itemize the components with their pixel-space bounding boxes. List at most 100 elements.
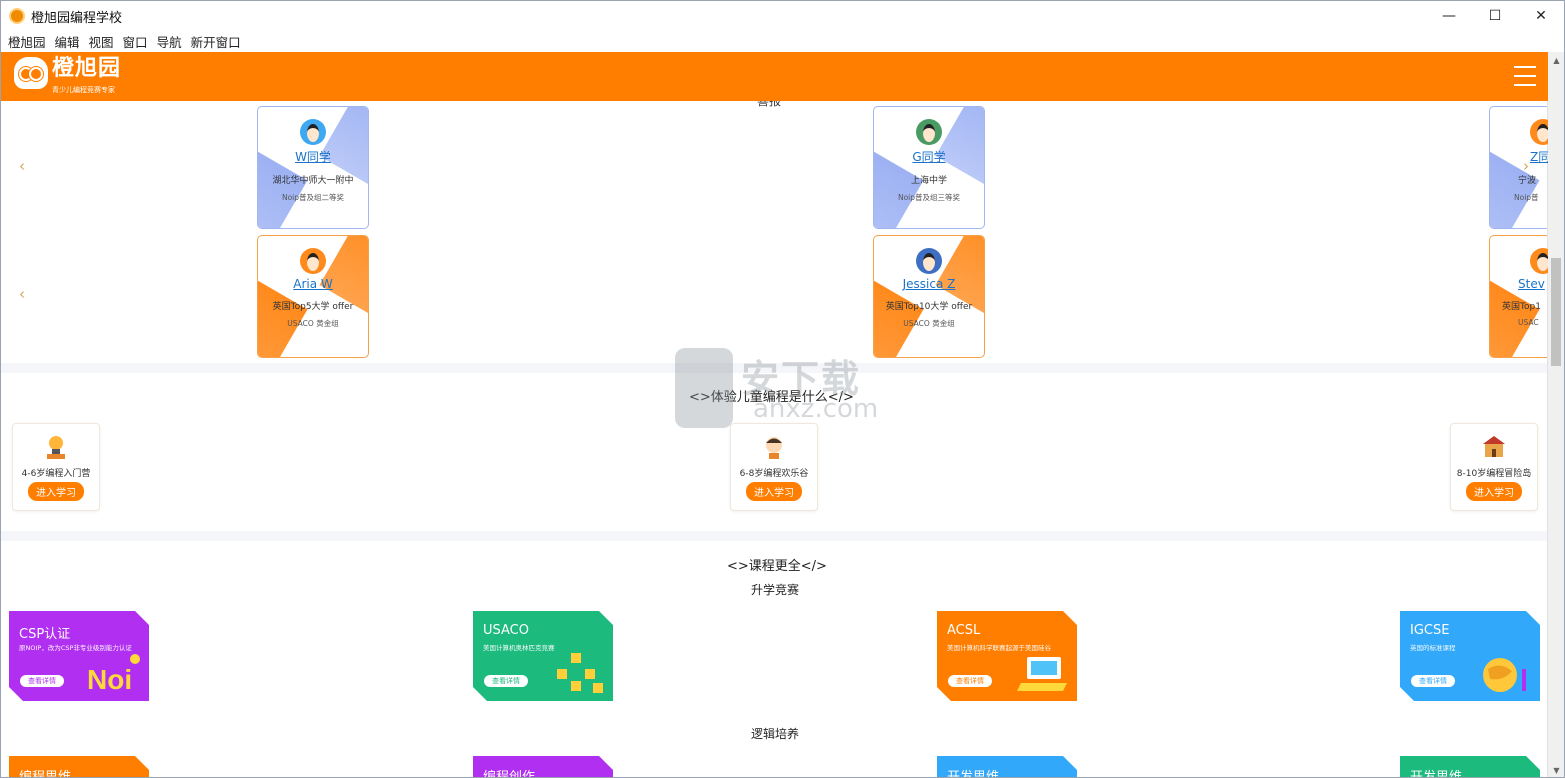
minimize-button[interactable]: — bbox=[1426, 1, 1472, 31]
course-card-development-thinking[interactable]: 开发思维 bbox=[937, 756, 1077, 778]
scroll-up-icon[interactable]: ▲ bbox=[1548, 52, 1564, 69]
student-award: Noip普及组二等奖 bbox=[281, 193, 345, 202]
course-group-title: 逻辑培养 bbox=[751, 727, 800, 741]
site-logo[interactable]: 橙旭园 青少儿编程竞赛专家 bbox=[14, 57, 121, 95]
carousel-prev-arrow-row2[interactable]: ‹ bbox=[19, 285, 25, 303]
scroll-down-icon[interactable]: ▼ bbox=[1548, 762, 1564, 777]
hamburger-menu-icon[interactable] bbox=[1514, 66, 1536, 86]
student-school: 英国Top1 bbox=[1502, 302, 1541, 312]
course-name: 开发思维 bbox=[1410, 770, 1463, 778]
menu-item-view[interactable]: 视图 bbox=[89, 32, 114, 51]
menu-item-edit[interactable]: 编辑 bbox=[55, 32, 80, 51]
course-group-title: 升学竞赛 bbox=[751, 583, 800, 597]
enter-study-button[interactable]: 进入学习 bbox=[28, 482, 84, 501]
enter-study-button[interactable]: 进入学习 bbox=[1466, 482, 1522, 501]
site-header: 橙旭园 青少儿编程竞赛专家 bbox=[1, 52, 1548, 101]
carousel-prev-arrow-row1[interactable]: ‹ bbox=[19, 157, 25, 175]
student-avatar bbox=[916, 119, 942, 145]
owl-logo-icon bbox=[14, 57, 48, 89]
logo-subtitle: 青少儿编程竞赛专家 bbox=[52, 86, 115, 94]
student-card[interactable]: G同学 上海中学 Noip普及组三等奖 bbox=[873, 106, 985, 229]
course-card-programming-thinking[interactable]: 编程思维 bbox=[9, 756, 149, 778]
experience-card[interactable]: 8-10岁编程冒险岛 进入学习 bbox=[1450, 423, 1538, 511]
student-avatar bbox=[1530, 119, 1548, 145]
svg-text:Noi: Noi bbox=[87, 664, 132, 695]
laptop-illustration-icon bbox=[1017, 657, 1067, 691]
noi-illustration-icon: Noi bbox=[87, 654, 140, 695]
experience-section-title: <>体验儿童编程是什么</> bbox=[689, 390, 854, 405]
enter-study-button[interactable]: 进入学习 bbox=[746, 482, 802, 501]
view-details-button[interactable]: 查看详情 bbox=[948, 675, 992, 687]
student-card[interactable]: Aria W 英国Top5大学 offer USACO 黄金组 bbox=[257, 235, 369, 358]
course-name: 编程思维 bbox=[19, 770, 72, 778]
course-card-development-thinking-2[interactable]: 开发思维 bbox=[1400, 756, 1540, 778]
course-card-usaco[interactable]: USACO 美国计算机奥林匹克竞赛 查看详情 bbox=[473, 611, 613, 701]
student-name-link[interactable]: Stev bbox=[1518, 277, 1548, 291]
student-avatar bbox=[300, 119, 326, 145]
course-description: 美国计算机奥林匹克竞赛 bbox=[483, 644, 555, 652]
student-avatar bbox=[916, 248, 942, 274]
student-card[interactable]: Stev 英国Top1 USAC bbox=[1489, 235, 1548, 358]
scroll-thumb[interactable] bbox=[1551, 258, 1561, 366]
student-school: 英国Top10大学 offer bbox=[885, 302, 973, 312]
student-card[interactable]: Jessica Z 英国Top10大学 offer USACO 黄金组 bbox=[873, 235, 985, 358]
student-award: USACO 黄金组 bbox=[903, 319, 955, 328]
course-name: CSP认证 bbox=[19, 627, 71, 642]
experience-label: 4-6岁编程入门营 bbox=[21, 469, 91, 479]
student-name-link[interactable]: Z同 bbox=[1530, 148, 1548, 165]
castle-icon bbox=[1481, 434, 1507, 460]
vertical-scrollbar[interactable]: ▲ ▼ bbox=[1547, 52, 1564, 777]
section-divider bbox=[1, 531, 1548, 541]
courses-section-title: <>课程更全</> bbox=[727, 559, 827, 574]
kid-explorer-icon bbox=[761, 434, 787, 460]
course-name: ACSL bbox=[947, 623, 981, 638]
student-name-link[interactable]: Jessica Z bbox=[874, 277, 984, 291]
course-card-csp[interactable]: CSP认证 原NOIP，改为CSP非专业级别能力认证 查看详情 Noi bbox=[9, 611, 149, 701]
menu-item-new-window[interactable]: 新开窗口 bbox=[191, 32, 241, 51]
student-name-link[interactable]: Aria W bbox=[258, 277, 368, 291]
menu-item-navigate[interactable]: 导航 bbox=[157, 32, 182, 51]
student-school: 英国Top5大学 offer bbox=[272, 302, 354, 312]
cubes-illustration-icon bbox=[557, 653, 603, 693]
menu-item-window[interactable]: 窗口 bbox=[123, 32, 148, 51]
course-name: 编程创作 bbox=[483, 770, 536, 778]
experience-label: 8-10岁编程冒险岛 bbox=[1456, 469, 1532, 479]
student-card[interactable]: Z同 宁波 Noip普 bbox=[1489, 106, 1548, 229]
course-card-acsl[interactable]: ACSL 美国计算机科学联赛起源于美国硅谷 查看详情 bbox=[937, 611, 1077, 701]
course-card-programming-creation[interactable]: 编程创作 bbox=[473, 756, 613, 778]
window-title: 橙旭园编程学校 bbox=[31, 10, 123, 26]
course-name: 开发思维 bbox=[947, 770, 1000, 778]
student-award: USAC bbox=[1518, 318, 1539, 327]
view-details-button[interactable]: 查看详情 bbox=[20, 675, 64, 687]
student-award: Noip普 bbox=[1514, 193, 1539, 202]
app-window: 橙旭园编程学校 — ☐ ✕ 橙旭园 编辑 视图 窗口 导航 新开窗口 橙旭园 青… bbox=[0, 0, 1565, 778]
web-content: 橙旭园 青少儿编程竞赛专家 喜报 ‹ W同学 湖北华中师大一附中 Noip普及组… bbox=[1, 52, 1548, 778]
experience-card[interactable]: 4-6岁编程入门营 进入学习 bbox=[12, 423, 100, 511]
experience-card[interactable]: 6-8岁编程欢乐谷 进入学习 bbox=[730, 423, 818, 511]
experience-label: 6-8岁编程欢乐谷 bbox=[739, 469, 809, 479]
course-name: USACO bbox=[483, 623, 529, 638]
student-award: USACO 黄金组 bbox=[287, 319, 339, 328]
maximize-button[interactable]: ☐ bbox=[1472, 1, 1518, 31]
student-name-link[interactable]: W同学 bbox=[258, 148, 368, 165]
view-details-button[interactable]: 查看详情 bbox=[1411, 675, 1455, 687]
course-description: 英国的标准课程 bbox=[1410, 644, 1456, 652]
globe-illustration-icon bbox=[1483, 658, 1526, 692]
student-avatar bbox=[300, 248, 326, 274]
menu-bar: 橙旭园 编辑 视图 窗口 导航 新开窗口 bbox=[1, 31, 1564, 52]
student-award: Noip普及组三等奖 bbox=[897, 193, 961, 202]
student-school: 上海中学 bbox=[910, 176, 947, 186]
student-school: 宁波 bbox=[1518, 176, 1537, 186]
logo-text: 橙旭园 bbox=[52, 56, 122, 81]
lightbulb-icon bbox=[43, 434, 69, 460]
student-card[interactable]: W同学 湖北华中师大一附中 Noip普及组二等奖 bbox=[257, 106, 369, 229]
student-name-link[interactable]: G同学 bbox=[874, 148, 984, 165]
title-bar: 橙旭园编程学校 — ☐ ✕ bbox=[1, 1, 1564, 31]
course-card-igcse[interactable]: IGCSE 英国的标准课程 查看详情 bbox=[1400, 611, 1540, 701]
close-button[interactable]: ✕ bbox=[1518, 1, 1564, 31]
course-name: IGCSE bbox=[1410, 623, 1450, 638]
view-details-button[interactable]: 查看详情 bbox=[484, 675, 528, 687]
student-school: 湖北华中师大一附中 bbox=[272, 176, 354, 186]
app-logo-icon bbox=[9, 8, 25, 24]
menu-item-chengxuyuan[interactable]: 橙旭园 bbox=[8, 32, 46, 51]
